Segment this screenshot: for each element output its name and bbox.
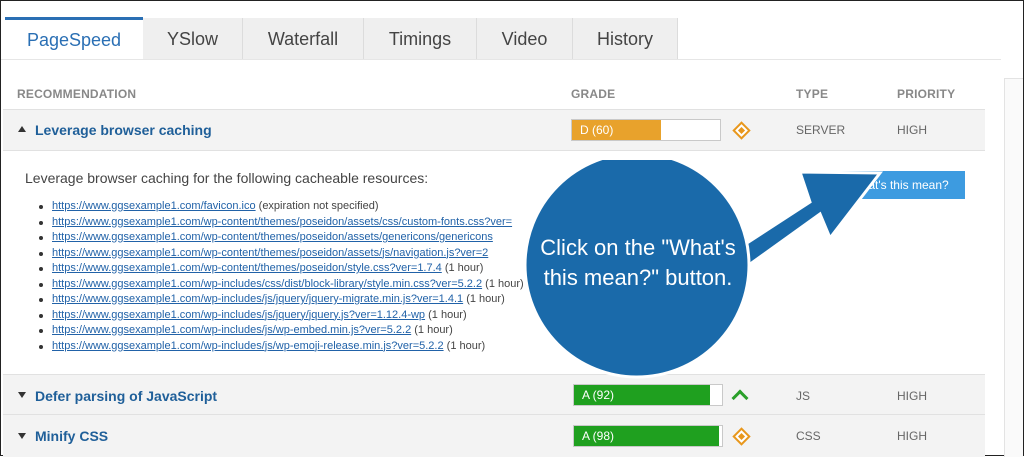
diamond-icon xyxy=(732,121,751,140)
resource-link[interactable]: https://www.ggsexample1.com/wp-includes/… xyxy=(52,309,425,321)
resource-note: (1 hour) xyxy=(463,293,505,305)
tab-timings[interactable]: Timings xyxy=(364,18,477,60)
header-grade: GRADE xyxy=(571,87,616,101)
row-type: SERVER xyxy=(796,123,846,137)
grade-bar: D (60) xyxy=(571,119,721,141)
row-title[interactable]: Minify CSS xyxy=(35,428,108,444)
tab-waterfall[interactable]: Waterfall xyxy=(243,18,364,60)
list-item: https://www.ggsexample1.com/wp-includes/… xyxy=(36,339,546,355)
side-panel xyxy=(1004,78,1023,457)
tab-pagespeed[interactable]: PageSpeed xyxy=(5,17,143,61)
expand-caret-icon[interactable] xyxy=(18,433,26,439)
resource-link[interactable]: https://www.ggsexample1.com/wp-includes/… xyxy=(52,324,411,336)
resource-link[interactable]: https://www.ggsexample1.com/wp-content/t… xyxy=(52,216,512,228)
tab-yslow[interactable]: YSlow xyxy=(143,18,243,60)
header-priority: PRIORITY xyxy=(897,87,956,101)
resource-list: https://www.ggsexample1.com/favicon.ico … xyxy=(36,199,546,354)
resource-note: (1 hour) xyxy=(425,308,467,321)
resource-note: (1 hour) xyxy=(443,339,486,352)
expand-caret-icon[interactable] xyxy=(18,392,26,398)
tab-video[interactable]: Video xyxy=(477,18,573,60)
row-priority: HIGH xyxy=(897,123,927,137)
header-recommendation: RECOMMENDATION xyxy=(17,87,137,101)
resource-link[interactable]: https://www.ggsexample1.com/wp-content/t… xyxy=(52,262,442,274)
resource-link[interactable]: https://www.ggsexample1.com/wp-includes/… xyxy=(52,278,482,290)
resource-link[interactable]: https://www.ggsexample1.com/wp-includes/… xyxy=(52,293,463,305)
list-item: https://www.ggsexample1.com/wp-includes/… xyxy=(36,308,546,324)
resource-note: (1 hour) xyxy=(411,324,453,336)
list-item: https://www.ggsexample1.com/wp-content/t… xyxy=(36,261,546,277)
collapse-caret-icon[interactable] xyxy=(18,126,26,132)
list-item: https://www.ggsexample1.com/wp-includes/… xyxy=(36,323,546,339)
resource-note: (expiration not specified) xyxy=(255,200,379,212)
resource-link[interactable]: https://www.ggsexample1.com/wp-includes/… xyxy=(52,340,444,352)
callout-text: Click on the "What's this mean?" button. xyxy=(540,235,736,290)
tab-bar: PageSpeed YSlow Waterfall Timings Video … xyxy=(1,1,1001,61)
resource-link[interactable]: https://www.ggsexample1.com/wp-content/t… xyxy=(52,247,488,259)
resource-link[interactable]: https://www.ggsexample1.com/favicon.ico xyxy=(52,200,256,212)
row-title[interactable]: Defer parsing of JavaScript xyxy=(35,388,217,404)
list-item: https://www.ggsexample1.com/wp-content/t… xyxy=(36,246,546,262)
header-type: TYPE xyxy=(796,87,829,101)
list-item: https://www.ggsexample1.com/wp-content/t… xyxy=(36,230,546,246)
resource-note: (1 hour) xyxy=(441,262,484,274)
recommendation-row[interactable]: Leverage browser caching D (60) SERVER H… xyxy=(3,109,985,151)
list-item: https://www.ggsexample1.com/favicon.ico … xyxy=(36,199,546,215)
resource-note: (1 hour) xyxy=(482,277,524,290)
list-item: https://www.ggsexample1.com/wp-includes/… xyxy=(36,292,546,308)
details-description: Leverage browser caching for the followi… xyxy=(25,170,429,186)
grade-fill: D (60) xyxy=(572,120,661,140)
resource-link[interactable]: https://www.ggsexample1.com/wp-content/t… xyxy=(52,231,493,243)
list-item: https://www.ggsexample1.com/wp-content/t… xyxy=(36,215,546,231)
tab-history[interactable]: History xyxy=(573,18,678,60)
list-item: https://www.ggsexample1.com/wp-includes/… xyxy=(36,277,546,293)
tab-divider xyxy=(1,59,1001,60)
callout-bubble xyxy=(523,160,884,379)
row-title[interactable]: Leverage browser caching xyxy=(35,122,212,138)
